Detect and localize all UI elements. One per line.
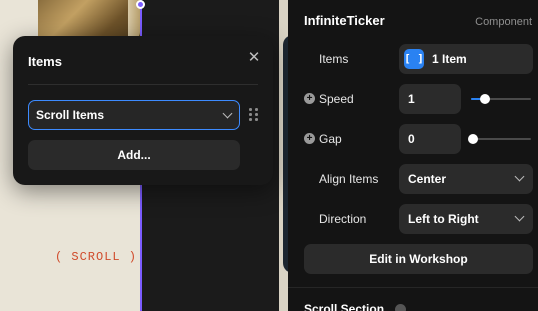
gap-input[interactable]: 0 xyxy=(399,124,461,154)
speed-slider-thumb[interactable] xyxy=(480,94,490,104)
drag-handle-icon[interactable] xyxy=(249,108,259,122)
item-select-label: Scroll Items xyxy=(36,108,105,122)
selection-handle[interactable] xyxy=(136,0,145,9)
close-icon[interactable]: ✕ xyxy=(247,50,261,65)
direction-value: Left to Right xyxy=(408,212,479,226)
component-name: InfiniteTicker xyxy=(304,13,385,28)
align-items-label: Align Items xyxy=(319,172,379,186)
chevron-down-icon xyxy=(514,211,525,222)
scroll-label: ( SCROLL ) xyxy=(55,250,138,264)
gap-slider[interactable] xyxy=(468,134,531,144)
items-label: Items xyxy=(319,52,349,66)
component-type: Component xyxy=(475,16,532,28)
next-section-title: Scroll Section xyxy=(304,302,385,311)
section-divider xyxy=(288,287,538,288)
edit-in-workshop-button[interactable]: Edit in Workshop xyxy=(304,244,533,274)
array-icon: [ ] xyxy=(404,49,424,69)
direction-label: Direction xyxy=(319,212,367,226)
speed-value: 1 xyxy=(408,92,415,106)
speed-plus-icon[interactable]: + xyxy=(304,93,315,104)
speed-label: Speed xyxy=(319,92,354,106)
add-item-button[interactable]: Add... xyxy=(28,140,240,170)
gap-label: Gap xyxy=(319,132,342,146)
gap-slider-thumb[interactable] xyxy=(468,134,478,144)
align-items-select[interactable]: Center xyxy=(399,164,533,194)
help-icon[interactable] xyxy=(395,304,406,311)
canvas-image xyxy=(38,0,140,40)
speed-input[interactable]: 1 xyxy=(399,84,461,114)
popover-divider xyxy=(28,84,258,85)
gap-value: 0 xyxy=(408,132,415,146)
item-select[interactable]: Scroll Items xyxy=(28,100,240,130)
items-field[interactable]: [ ] 1 Item xyxy=(399,44,533,74)
chevron-down-icon xyxy=(514,171,525,182)
align-items-value: Center xyxy=(408,172,447,186)
properties-panel: InfiniteTicker Component Items [ ] 1 Ite… xyxy=(288,0,538,311)
items-value: 1 Item xyxy=(432,52,467,66)
gap-plus-icon[interactable]: + xyxy=(304,133,315,144)
chevron-down-icon xyxy=(222,108,233,119)
items-popover: Items ✕ Scroll Items Add... xyxy=(13,36,273,185)
direction-select[interactable]: Left to Right xyxy=(399,204,533,234)
speed-slider[interactable] xyxy=(471,94,531,104)
popover-title: Items xyxy=(28,54,62,69)
